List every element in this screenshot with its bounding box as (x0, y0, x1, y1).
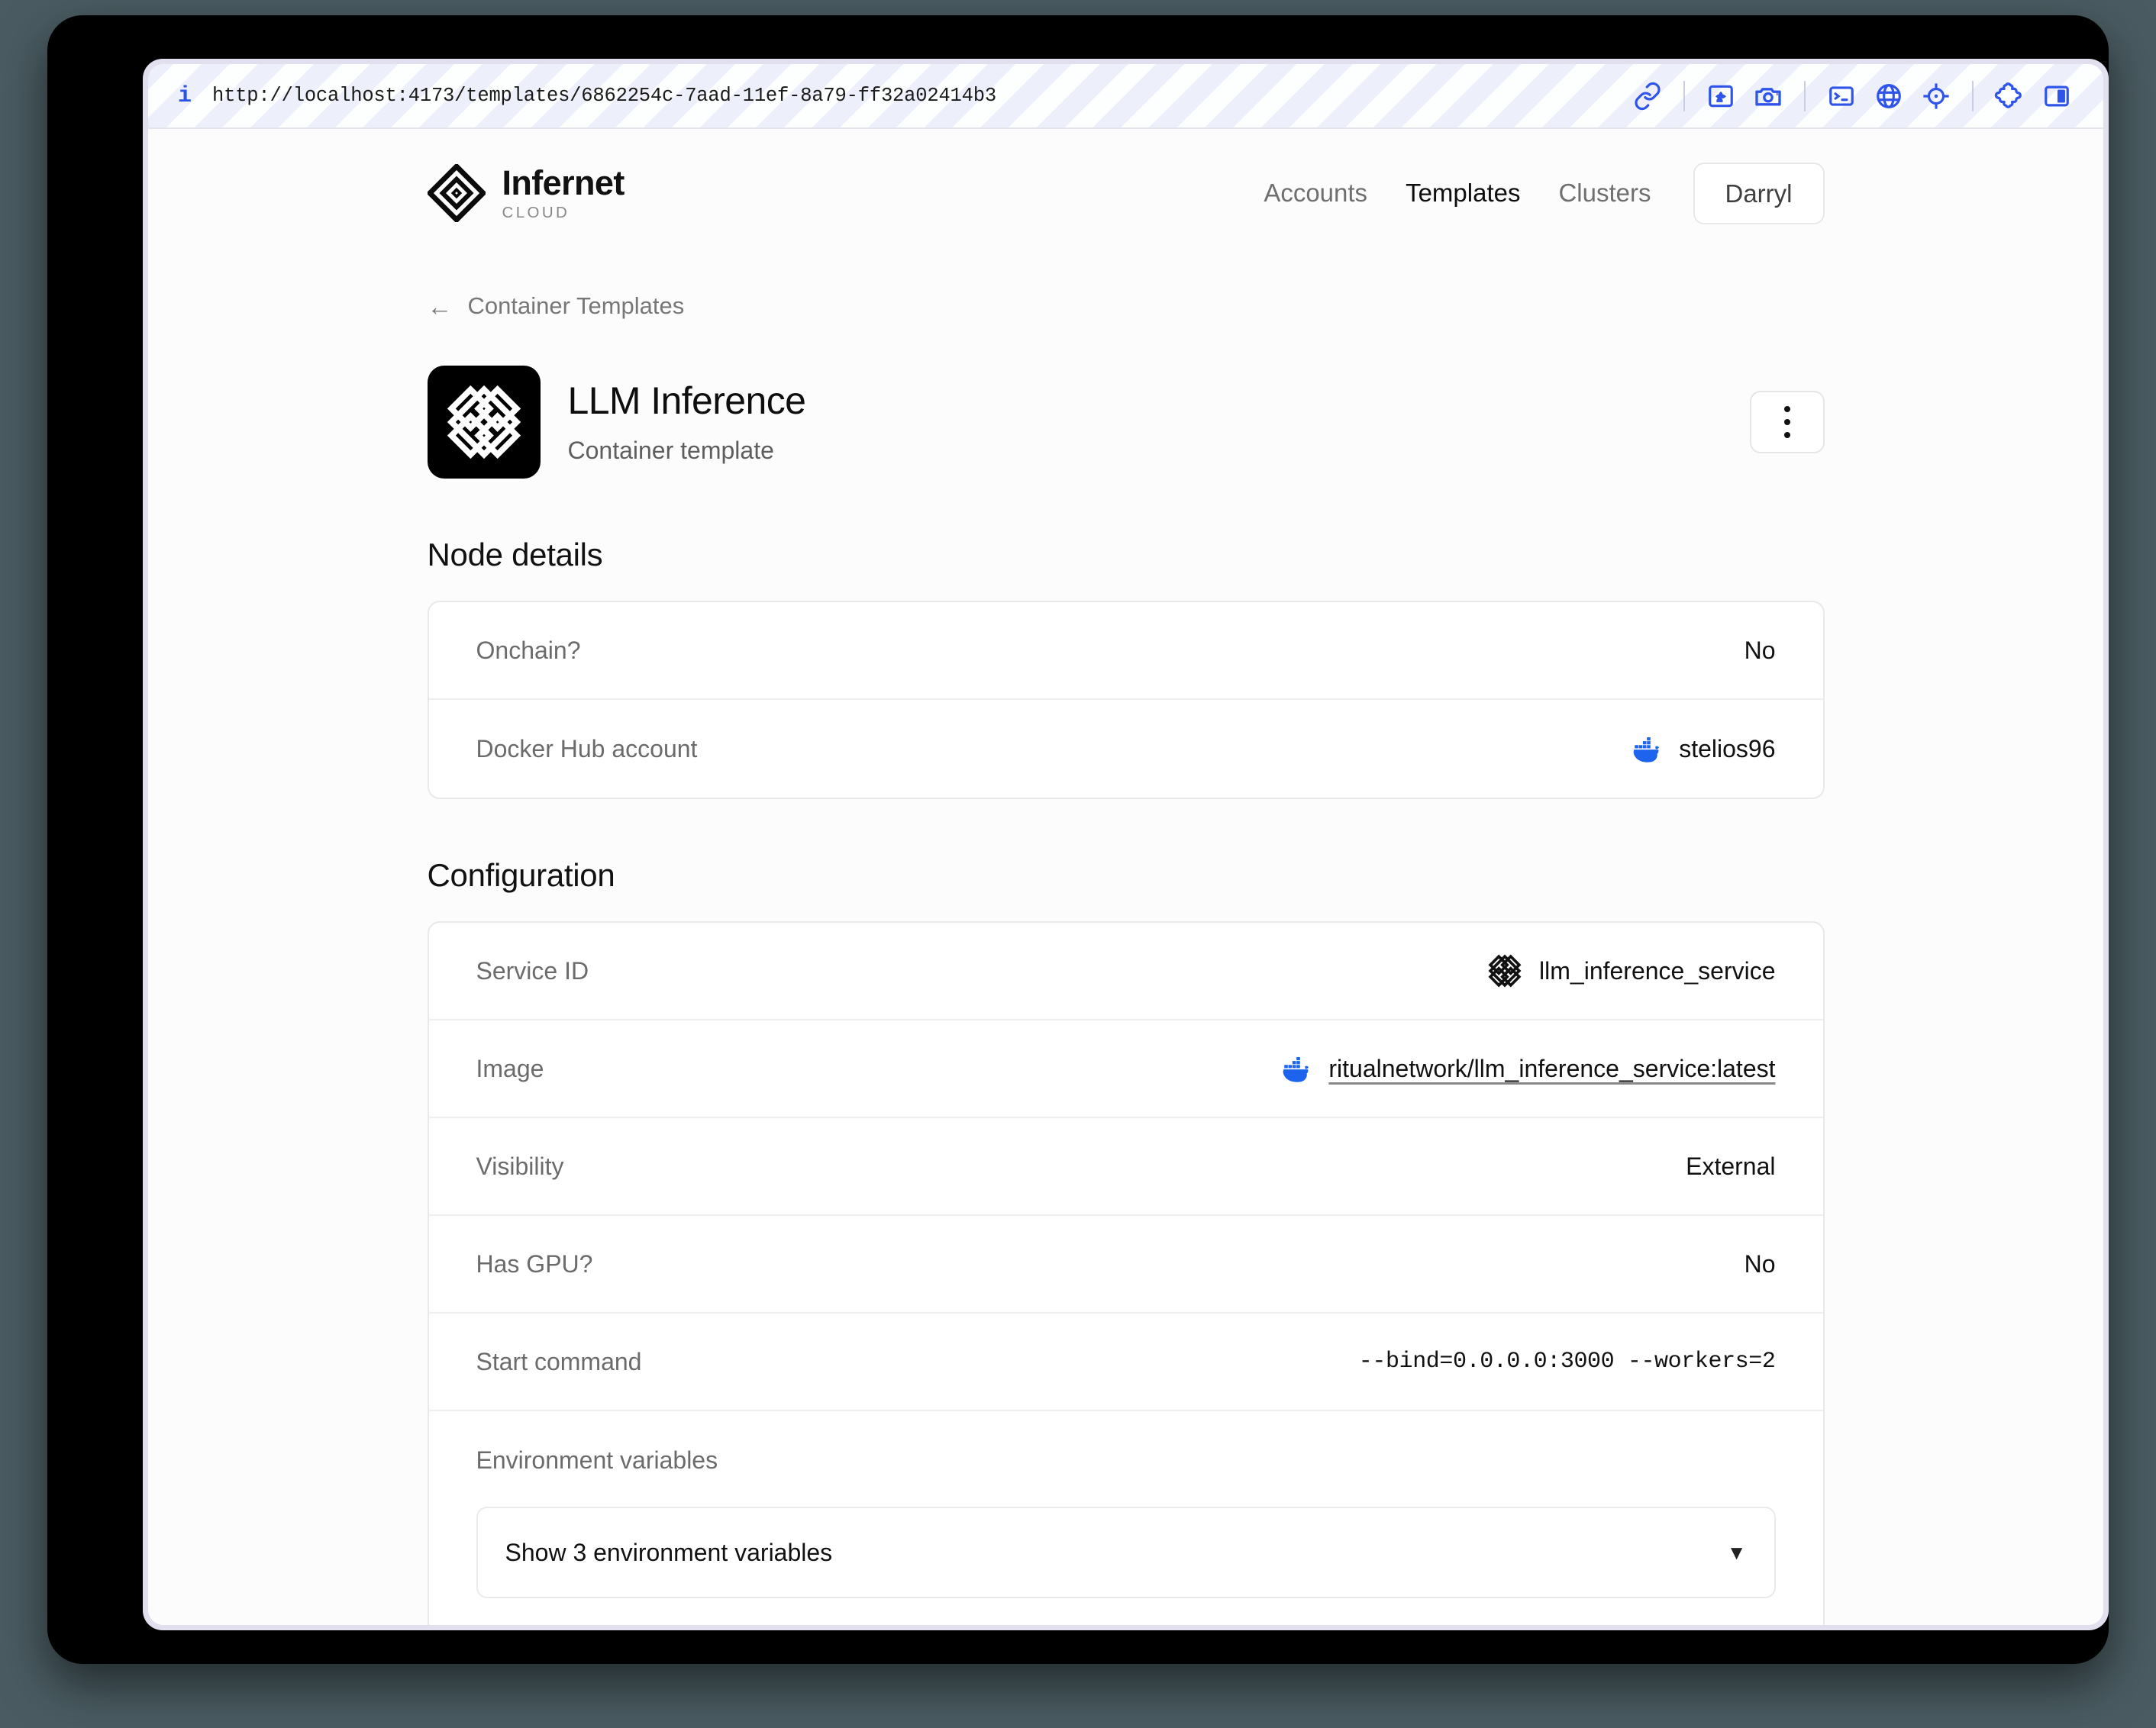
row-value-service-id: llm_inference_service (1487, 953, 1776, 988)
template-titles: LLM Inference Container template (568, 379, 806, 465)
row-value-image: ritualnetwork/llm_inference_service:late… (1278, 1052, 1776, 1085)
docker-icon (1631, 737, 1660, 762)
endless-knot-icon (1488, 954, 1522, 988)
table-row: Image ritualnetwork/llm_inference_servic… (428, 1020, 1823, 1118)
toolbar-divider (1972, 80, 1974, 111)
docker-hub-username: stelios96 (1679, 734, 1776, 762)
toolbar-divider (1683, 80, 1685, 111)
toolbar-divider (1804, 80, 1806, 111)
brand-logo[interactable]: Infernet CLOUD (427, 164, 625, 222)
url-text[interactable]: http://localhost:4173/templates/6862254c… (212, 85, 996, 107)
service-id-value: llm_inference_service (1539, 956, 1776, 985)
docker-icon (1281, 1056, 1309, 1082)
content-column: Infernet CLOUD Accounts Templates Cluste… (427, 129, 1825, 1625)
image-link[interactable]: ritualnetwork/llm_inference_service:late… (1328, 1055, 1775, 1083)
globe-icon[interactable] (1865, 75, 1912, 118)
row-value-has-gpu: No (1744, 1249, 1776, 1278)
image-icon[interactable] (1697, 75, 1744, 118)
row-value-visibility: External (1686, 1152, 1776, 1180)
table-row: Start command --bind=0.0.0.0:3000 --work… (428, 1314, 1823, 1411)
template-header: LLM Inference Container template (427, 366, 1825, 479)
page-viewport: Infernet CLOUD Accounts Templates Cluste… (148, 129, 2103, 1625)
back-arrow-icon: ← (427, 292, 453, 321)
browser-window: i http://localhost:4173/templates/686225… (143, 59, 2109, 1630)
chevron-down-icon: ▼ (1726, 1541, 1747, 1564)
row-value-onchain: No (1744, 636, 1776, 664)
crosshair-icon[interactable] (1912, 75, 1960, 118)
terminal-icon[interactable] (1818, 75, 1865, 118)
table-row: Has GPU? No (428, 1216, 1823, 1314)
table-row-environment-variables: Environment variables Show 3 environment… (429, 1411, 1823, 1625)
camera-icon[interactable] (1744, 75, 1792, 118)
kebab-menu-icon[interactable] (1749, 391, 1825, 453)
brand-name: Infernet (502, 163, 625, 202)
browser-toolbar (1624, 75, 2080, 118)
browser-url-bar: i http://localhost:4173/templates/686225… (148, 64, 2103, 129)
node-details-card: Onchain? No Docker Hub account stelios96 (427, 601, 1825, 799)
section-title-node-details: Node details (427, 537, 603, 572)
table-row: Docker Hub account stelios96 (429, 700, 1823, 798)
environment-variables-disclosure[interactable]: Show 3 environment variables ▼ (476, 1507, 1776, 1598)
breadcrumb-label: Container Templates (467, 292, 685, 319)
template-avatar (427, 366, 541, 479)
row-label-visibility: Visibility (476, 1152, 564, 1180)
main-nav: Accounts Templates Clusters Darryl (1244, 162, 1825, 224)
environment-variables-label: Show 3 environment variables (505, 1538, 833, 1566)
breadcrumb-back-link[interactable]: ← Container Templates (428, 292, 1825, 320)
kebab-dot (1783, 419, 1790, 425)
nav-item-clusters[interactable]: Clusters (1539, 179, 1670, 208)
nav-item-templates[interactable]: Templates (1386, 179, 1539, 208)
info-icon[interactable]: i (169, 85, 200, 108)
infernet-diamond-logo-icon (427, 164, 486, 222)
brand-text: Infernet CLOUD (502, 166, 625, 221)
kebab-dot (1783, 432, 1790, 438)
row-label-environment-variables: Environment variables (476, 1446, 718, 1474)
nav-item-accounts[interactable]: Accounts (1244, 179, 1386, 208)
page-title: LLM Inference (567, 379, 806, 422)
table-row: Onchain? No (428, 602, 1823, 700)
brand-sub: CLOUD (502, 203, 570, 221)
account-button[interactable]: Darryl (1693, 162, 1825, 224)
browser-window-inner: i http://localhost:4173/templates/686225… (148, 64, 2103, 1625)
split-panel-icon[interactable] (2033, 75, 2080, 118)
row-label-onchain: Onchain? (476, 636, 581, 664)
page-subtitle: Container template (567, 437, 774, 465)
row-label-image: Image (476, 1054, 544, 1082)
endless-knot-icon (447, 385, 521, 459)
table-row: Service ID llm_inference_service (428, 923, 1823, 1020)
row-value-start-command: --bind=0.0.0.0:3000 --workers=2 (1358, 1349, 1776, 1375)
section-title-configuration: Configuration (427, 857, 615, 893)
kebab-dot (1783, 406, 1790, 412)
row-label-service-id: Service ID (476, 956, 589, 985)
link-icon[interactable] (1624, 75, 1671, 118)
table-row: Visibility External (428, 1118, 1823, 1216)
row-label-docker-hub-account: Docker Hub account (476, 734, 698, 762)
puzzle-icon[interactable] (1986, 75, 2033, 118)
row-value-docker-hub-account: stelios96 (1628, 732, 1776, 766)
row-label-has-gpu: Has GPU? (476, 1249, 593, 1278)
device-frame: i http://localhost:4173/templates/686225… (47, 15, 2109, 1664)
site-header: Infernet CLOUD Accounts Templates Cluste… (427, 131, 1825, 245)
configuration-card: Service ID llm_inference_service Image r… (427, 921, 1825, 1625)
row-label-start-command: Start command (476, 1347, 642, 1375)
